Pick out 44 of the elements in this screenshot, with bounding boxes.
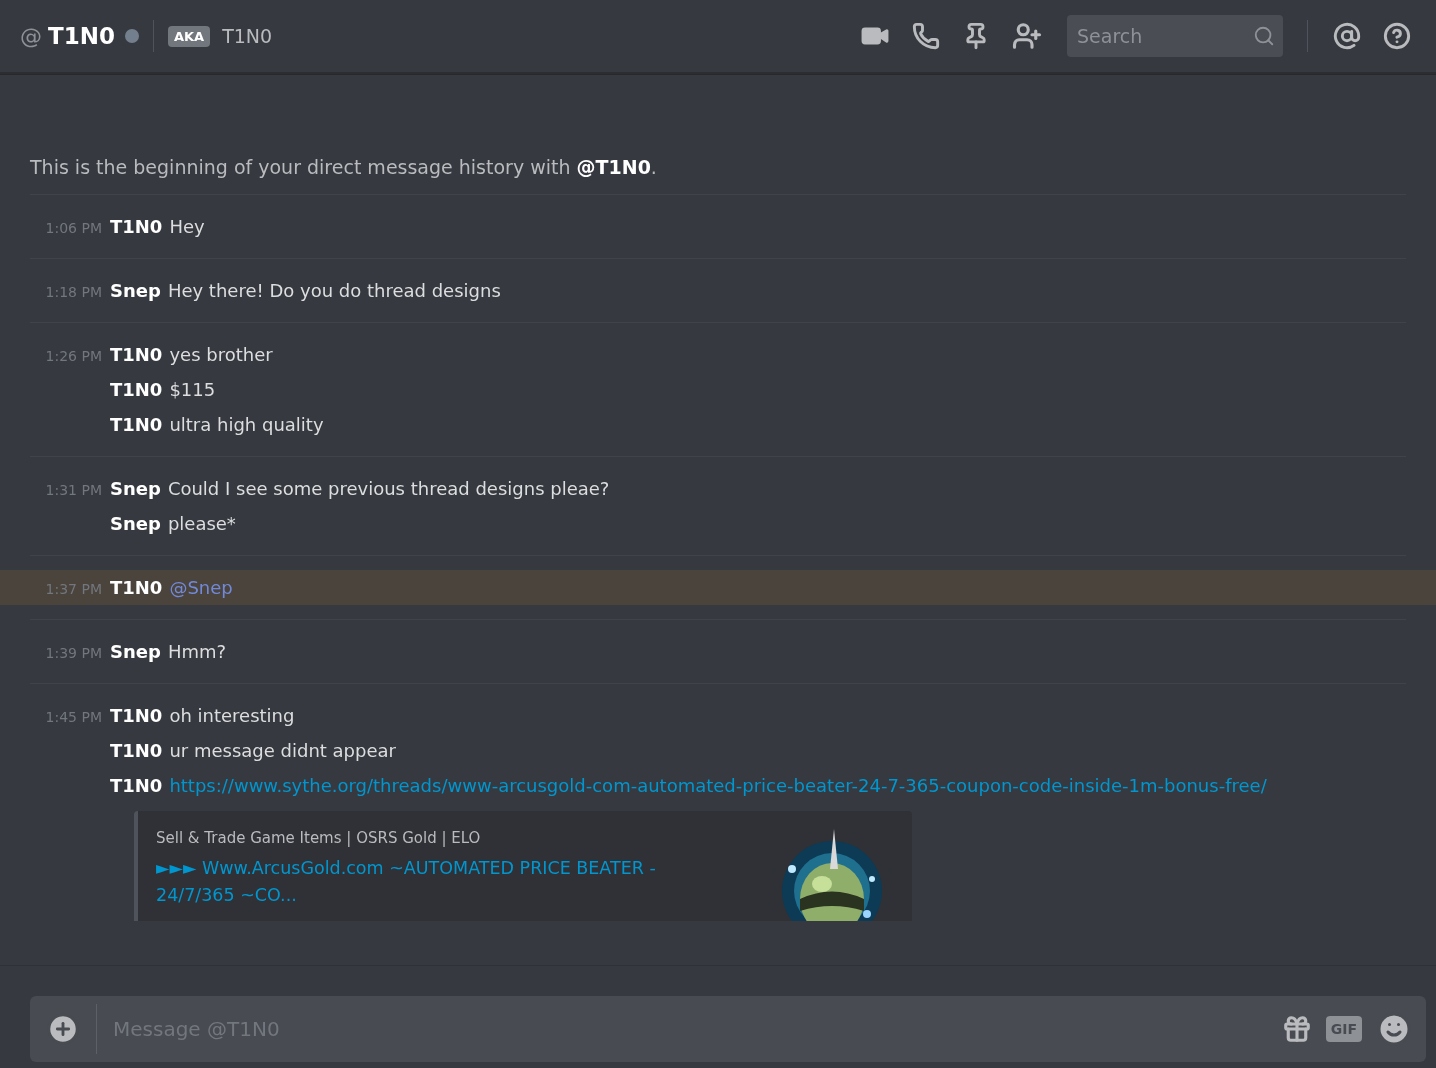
timestamp: 1:39 PM [44,645,103,661]
gift-icon[interactable] [1281,1014,1312,1044]
message-text: Hmm? [167,640,227,664]
message-text: please* [167,512,236,536]
channel-title: T1N0 [48,23,115,49]
phone-icon[interactable] [912,22,940,50]
author-name[interactable]: T1N0 [110,700,163,731]
author-name[interactable]: T1N0 [110,339,163,370]
timestamp: 1:26 PM [44,348,103,364]
author-name[interactable]: T1N0 [110,572,163,603]
author-name[interactable]: T1N0 [110,211,163,242]
mention-icon[interactable] [1333,22,1361,50]
author-name[interactable]: Snep [110,473,161,504]
author-name[interactable]: T1N0 [110,409,163,440]
author-name[interactable]: Snep [110,508,161,539]
message-text: Hey [169,215,205,239]
message-text: ur message didnt appear [169,739,396,763]
message-text: Hey there! Do you do thread designs [167,279,501,303]
search-icon [1253,25,1275,47]
message-text: Could I see some previous thread designs pleae? [167,477,610,501]
author-name[interactable]: Snep [110,636,161,667]
author-name[interactable]: T1N0 [110,374,163,405]
aka-tag: AKA [167,25,211,47]
timestamp: 1:06 PM [44,220,103,236]
search-input[interactable]: Search [1075,24,1253,48]
timestamp: 1:45 PM [44,709,103,725]
author-name[interactable]: Snep [110,275,161,306]
add-user-icon[interactable] [1012,21,1042,51]
embed-provider: Sell & Trade Game Items | OSRS Gold | ELO [156,829,482,847]
timestamp: 1:31 PM [44,482,103,498]
embed-title[interactable]: ►►► Www.ArcusGold.com ~AUTOMATED PRICE BEATER - 24/7/365 ~CO... [156,855,716,909]
at-sign: @ [20,23,42,49]
message-text: oh interesting [169,704,295,728]
author-name[interactable]: T1N0 [110,770,163,801]
timestamp: 1:18 PM [44,284,103,300]
message-text: yes brother [169,343,273,367]
help-icon[interactable] [1383,22,1411,50]
message-text: $115 [169,378,216,402]
search-field[interactable]: Search [1067,15,1283,57]
aka-name: T1N0 [222,25,273,47]
timestamp: 1:37 PM [44,581,103,597]
intro-text: This is the beginning of your direct message history with @T1N0. [30,156,1406,195]
author-name[interactable]: T1N0 [110,735,163,766]
message-text: ultra high quality [169,413,324,437]
